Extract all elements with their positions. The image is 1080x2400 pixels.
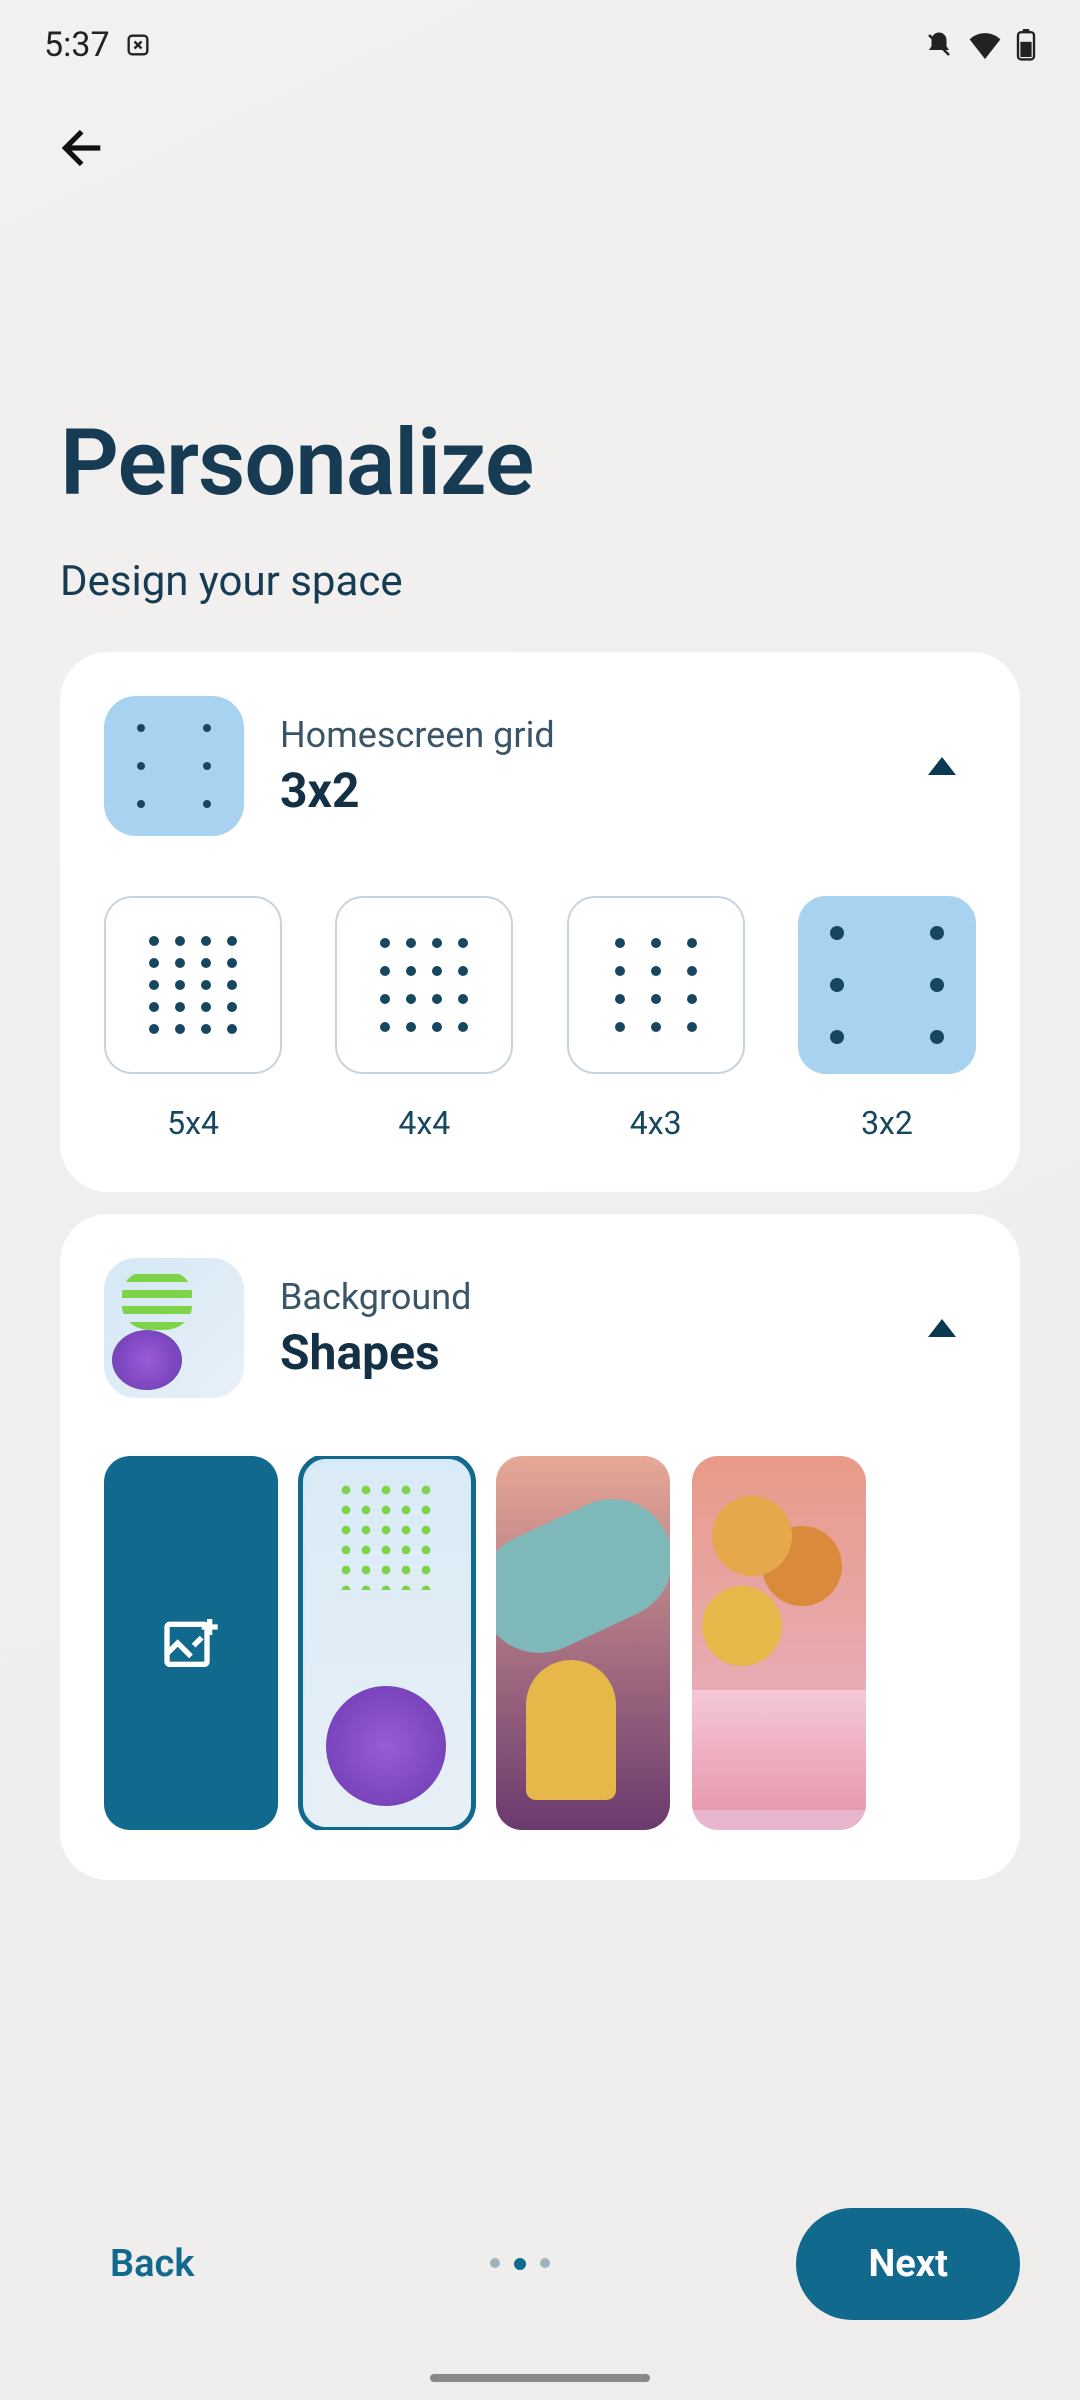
grid-option-label: 4x4 bbox=[335, 1104, 513, 1142]
grid-card: Homescreen grid 3x2 5x4 4x4 4x3 3x2 bbox=[60, 652, 1020, 1192]
grid-option-4x3[interactable]: 4x3 bbox=[567, 896, 745, 1142]
battery-icon bbox=[1016, 29, 1036, 61]
background-thumb bbox=[104, 1258, 244, 1398]
background-label: Background bbox=[280, 1276, 892, 1318]
page-indicator bbox=[490, 2258, 550, 2270]
grid-option-label: 3x2 bbox=[798, 1104, 976, 1142]
wallpaper-add[interactable] bbox=[104, 1456, 278, 1830]
add-image-icon bbox=[159, 1611, 223, 1675]
wifi-icon bbox=[968, 31, 1002, 59]
grid-option-5x4[interactable]: 5x4 bbox=[104, 896, 282, 1142]
grid-option-3x2[interactable]: 3x2 bbox=[798, 896, 976, 1142]
page-subtitle: Design your space bbox=[0, 517, 1080, 606]
card-off-icon bbox=[124, 31, 152, 59]
grid-option-label: 5x4 bbox=[104, 1104, 282, 1142]
next-button[interactable]: Next bbox=[796, 2208, 1020, 2320]
caret-up-icon bbox=[928, 757, 956, 775]
page-title: Personalize bbox=[0, 180, 1080, 517]
wallpaper-trees-orange[interactable] bbox=[692, 1456, 866, 1830]
grid-thumb bbox=[104, 696, 244, 836]
back-text-button[interactable]: Back bbox=[60, 2212, 244, 2316]
grid-option-4x4[interactable]: 4x4 bbox=[335, 896, 513, 1142]
grid-card-header[interactable]: Homescreen grid 3x2 bbox=[104, 696, 976, 836]
status-bar: 5:37 bbox=[0, 0, 1080, 90]
background-card-header[interactable]: Background Shapes bbox=[104, 1258, 976, 1398]
background-value: Shapes bbox=[280, 1324, 892, 1381]
grid-option-label: 4x3 bbox=[567, 1104, 745, 1142]
arrow-left-icon bbox=[56, 120, 112, 176]
background-card: Background Shapes bbox=[60, 1214, 1020, 1880]
grid-label: Homescreen grid bbox=[280, 714, 892, 756]
grid-options: 5x4 4x4 4x3 3x2 bbox=[104, 896, 976, 1142]
dnd-icon bbox=[924, 30, 954, 60]
back-button[interactable] bbox=[0, 90, 1080, 180]
wallpaper-row bbox=[104, 1456, 976, 1830]
gesture-bar bbox=[430, 2374, 650, 2382]
status-time: 5:37 bbox=[44, 25, 110, 65]
footer-bar: Back Next bbox=[0, 2208, 1080, 2320]
caret-up-icon bbox=[928, 1319, 956, 1337]
wallpaper-shapes[interactable] bbox=[300, 1456, 474, 1830]
wallpaper-abstract-purple[interactable] bbox=[496, 1456, 670, 1830]
grid-value: 3x2 bbox=[280, 762, 892, 819]
